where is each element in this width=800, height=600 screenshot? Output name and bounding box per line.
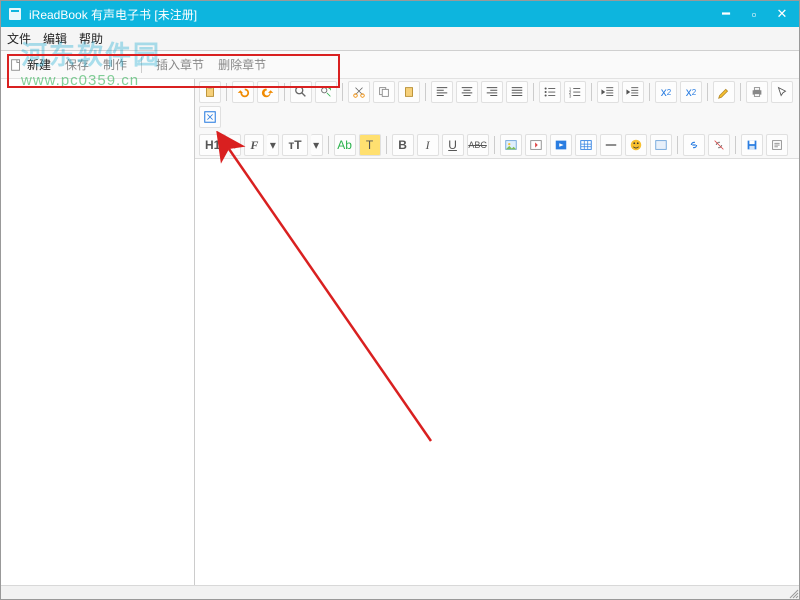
strikethrough-button[interactable]: ABC [467,134,489,156]
superscript-icon[interactable]: x2 [680,81,702,103]
flash-icon[interactable] [525,134,547,156]
menu-edit[interactable]: 编辑 [43,30,67,47]
toolbar-separator [284,83,285,101]
delete-chapter-button[interactable]: 删除章节 [218,56,266,73]
special-char-icon[interactable] [650,134,672,156]
app-icon [7,6,23,22]
editor-toolbar: 123 x2 x2 H1▾ F▾ тT▾ Ab T [195,79,799,159]
toolbar-separator [328,136,329,154]
copy-icon[interactable] [373,81,395,103]
paste-icon[interactable] [199,81,221,103]
toolbar-separator [141,57,142,73]
highlight-color-icon[interactable]: T [359,134,381,156]
toolbar-separator [342,83,343,101]
image-icon[interactable] [500,134,522,156]
toolbar-primary: 新建 保存 制作 插入章节 删除章节 [1,51,799,79]
toolbar-separator [226,83,227,101]
highlighter-icon[interactable] [713,81,735,103]
toolbar-separator [494,136,495,154]
unlink-icon[interactable] [708,134,730,156]
media-icon[interactable] [550,134,572,156]
underline-button[interactable]: U [442,134,464,156]
pointer-icon[interactable] [771,81,793,103]
paste-icon[interactable] [398,81,420,103]
indent-icon[interactable] [622,81,644,103]
menubar: 文件 编辑 帮助 [1,27,799,51]
save-icon[interactable] [741,134,763,156]
new-label: 新建 [27,56,51,73]
new-file-icon [9,58,23,72]
toolbar-separator [649,83,650,101]
toolbar-separator [735,136,736,154]
hr-icon[interactable] [600,134,622,156]
toolbar-separator [386,136,387,154]
bold-button[interactable]: B [392,134,414,156]
minimize-button[interactable]: ━ [719,7,733,21]
table-icon[interactable] [575,134,597,156]
resize-handle-icon[interactable] [787,587,799,599]
align-left-icon[interactable] [431,81,453,103]
editor-wrap: 123 x2 x2 H1▾ F▾ тT▾ Ab T [195,79,799,585]
toolbar-separator [533,83,534,101]
font-family-select[interactable]: F [244,134,264,156]
chapter-sidebar[interactable] [1,79,195,585]
align-right-icon[interactable] [481,81,503,103]
outdent-icon[interactable] [597,81,619,103]
chevron-down-icon[interactable]: ▾ [267,134,279,156]
toolbar-separator [677,136,678,154]
link-icon[interactable] [683,134,705,156]
font-size-select[interactable]: тT [282,134,307,156]
editor-body[interactable] [195,159,799,585]
content-area: 123 x2 x2 H1▾ F▾ тT▾ Ab T [1,79,799,585]
menu-help[interactable]: 帮助 [79,30,103,47]
chevron-down-icon[interactable]: ▾ [229,134,241,156]
list-bullet-icon[interactable] [539,81,561,103]
align-center-icon[interactable] [456,81,478,103]
italic-button[interactable]: I [417,134,439,156]
find-icon[interactable] [290,81,312,103]
subscript-icon[interactable]: x2 [655,81,677,103]
redo-icon[interactable] [257,81,279,103]
insert-chapter-button[interactable]: 插入章节 [156,56,204,73]
toolbar-separator [591,83,592,101]
print-icon[interactable] [746,81,768,103]
chevron-down-icon[interactable]: ▾ [311,134,323,156]
font-color-icon[interactable]: Ab [334,134,356,156]
cut-icon[interactable] [348,81,370,103]
maximize-button[interactable]: ▫ [747,7,761,21]
menu-file[interactable]: 文件 [7,30,31,47]
undo-icon[interactable] [232,81,254,103]
new-button[interactable]: 新建 [9,56,51,73]
statusbar [1,585,799,599]
svg-text:3: 3 [569,93,572,98]
emoji-icon[interactable] [625,134,647,156]
heading-select[interactable]: H1 [199,134,226,156]
titlebar: iReadBook 有声电子书 [未注册] ━ ▫ ✕ [1,1,799,27]
align-justify-icon[interactable] [506,81,528,103]
window-title: iReadBook 有声电子书 [未注册] [29,6,719,23]
toolbar-separator [740,83,741,101]
replace-icon[interactable] [315,81,337,103]
fullscreen-icon[interactable] [199,106,221,128]
toolbar-separator [425,83,426,101]
preview-icon[interactable] [766,134,788,156]
close-button[interactable]: ✕ [775,7,789,21]
make-button[interactable]: 制作 [103,56,127,73]
list-number-icon[interactable]: 123 [564,81,586,103]
toolbar-separator [707,83,708,101]
save-button[interactable]: 保存 [65,56,89,73]
